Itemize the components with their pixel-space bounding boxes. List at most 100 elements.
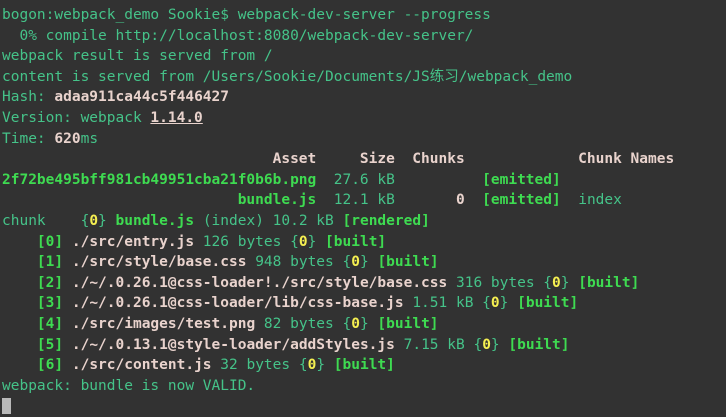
text-run (465, 192, 482, 208)
text-run: 126 bytes { (194, 234, 299, 250)
terminal-line-5: Version: webpack 1.14.0 (2, 108, 726, 129)
text-run: [built] (508, 337, 569, 353)
terminal-line-14: [3] ./~/.0.26.1@css-loader/lib/css-base.… (2, 293, 726, 314)
text-run: [emitted] (482, 192, 561, 208)
text-run (2, 234, 37, 250)
terminal-line-13: [2] ./~/.0.26.1@css-loader!./src/style/b… (2, 273, 726, 294)
text-run: 0 (491, 295, 500, 311)
terminal-line-0: bogon:webpack_demo Sookie$ webpack-dev-s… (2, 5, 726, 26)
text-run: 2f72be495bff981cb49951cba21f0b6b.png (2, 172, 316, 188)
text-run: [built] (377, 316, 438, 332)
text-run: bundle.js (116, 213, 195, 229)
text-run: index (561, 192, 622, 208)
text-run: } (360, 316, 377, 332)
text-run: 0 (482, 337, 491, 353)
terminal-line-18: webpack: bundle is now VALID. (2, 376, 726, 397)
text-run: [built] (325, 234, 386, 250)
text-run (63, 234, 72, 250)
text-run: [1] (37, 254, 63, 270)
text-run (63, 337, 72, 353)
terminal-line-10: chunk {0} bundle.js (index) 10.2 kB [ren… (2, 211, 726, 232)
text-run: } (316, 357, 333, 373)
text-run: 32 bytes { (212, 357, 308, 373)
text-run: [6] (37, 357, 63, 373)
text-run: 0 (308, 357, 317, 373)
text-run: webpack: bundle is now VALID. (2, 378, 255, 394)
text-run: 1.51 kB { (404, 295, 491, 311)
text-run: [2] (37, 275, 63, 291)
text-run: [built] (334, 357, 395, 373)
terminal-line-15: [4] ./src/images/test.png 82 bytes {0} [… (2, 314, 726, 335)
text-run: ./src/entry.js (72, 234, 194, 250)
text-run: 7.15 kB { (395, 337, 482, 353)
text-run: } (98, 213, 115, 229)
text-run: ./src/style/base.css (72, 254, 247, 270)
text-run: 0 (89, 213, 98, 229)
text-run: 0 (351, 316, 360, 332)
text-run: chunk { (2, 213, 89, 229)
terminal-line-6: Time: 620ms (2, 129, 726, 150)
terminal-line-11: [0] ./src/entry.js 126 bytes {0} [built] (2, 232, 726, 253)
text-run: ./~/.0.26.1@css-loader!./src/style/base.… (72, 275, 447, 291)
text-run: 948 bytes { (246, 254, 351, 270)
text-run (2, 337, 37, 353)
terminal-line-12: [1] ./src/style/base.css 948 bytes {0} [… (2, 252, 726, 273)
text-run: [4] (37, 316, 63, 332)
terminal-cursor (2, 398, 11, 414)
text-run (2, 357, 37, 373)
text-run: content is served from /Users/Sookie/Doc… (2, 69, 572, 85)
text-run (2, 192, 238, 208)
text-run (2, 295, 37, 311)
text-run: [built] (578, 275, 639, 291)
text-run: Time: (2, 131, 54, 147)
text-run (2, 275, 37, 291)
text-run: ./~/.0.26.1@css-loader/lib/css-base.js (72, 295, 404, 311)
text-run (63, 295, 72, 311)
terminal-line-7: Asset Size Chunks Chunk Names (2, 149, 726, 170)
text-run (2, 254, 37, 270)
terminal-line-3: content is served from /Users/Sookie/Doc… (2, 67, 726, 88)
text-run (63, 254, 72, 270)
text-run (2, 316, 37, 332)
text-run: 12.1 kB (316, 192, 456, 208)
terminal-line-8: 2f72be495bff981cb49951cba21f0b6b.png 27.… (2, 170, 726, 191)
text-run: (index) 10.2 kB (194, 213, 342, 229)
text-run: 316 bytes { (447, 275, 552, 291)
text-run: 0 (456, 192, 465, 208)
text-run: bogon:webpack_demo Sookie$ webpack-dev-s… (2, 7, 491, 23)
text-run: ms (81, 131, 98, 147)
text-run: [0] (37, 234, 63, 250)
terminal-line-17: [6] ./src/content.js 32 bytes {0} [built… (2, 355, 726, 376)
text-run: [built] (377, 254, 438, 270)
text-run (63, 357, 72, 373)
text-run: Asset Size Chunks Chunk Names (2, 151, 674, 167)
text-run: 0 (351, 254, 360, 270)
text-run: ./~/.0.13.1@style-loader/addStyles.js (72, 337, 395, 353)
text-run: 0 (299, 234, 308, 250)
text-run: [5] (37, 337, 63, 353)
text-run: 1.14.0 (150, 110, 202, 126)
text-run: 620 (54, 131, 80, 147)
text-run: Hash: (2, 89, 54, 105)
text-run: [rendered] (343, 213, 430, 229)
text-run: bundle.js (238, 192, 317, 208)
text-run: } (500, 295, 517, 311)
text-run: webpack result is served from / (2, 48, 273, 64)
text-run: } (561, 275, 578, 291)
terminal-cursor-line (2, 396, 726, 417)
text-run: adaa911ca44c5f446427 (54, 89, 229, 105)
text-run: Version: webpack (2, 110, 150, 126)
text-run: 0% compile http://localhost:8080/webpack… (2, 28, 473, 44)
terminal-line-2: webpack result is served from / (2, 46, 726, 67)
terminal-line-1: 0% compile http://localhost:8080/webpack… (2, 26, 726, 47)
text-run: ./src/images/test.png (72, 316, 255, 332)
text-run: ./src/content.js (72, 357, 212, 373)
text-run: 82 bytes { (255, 316, 351, 332)
text-run: } (308, 234, 325, 250)
text-run: [built] (517, 295, 578, 311)
text-run (63, 316, 72, 332)
terminal-line-9: bundle.js 12.1 kB 0 [emitted] index (2, 190, 726, 211)
text-run: [3] (37, 295, 63, 311)
terminal-line-16: [5] ./~/.0.13.1@style-loader/addStyles.j… (2, 335, 726, 356)
terminal[interactable]: bogon:webpack_demo Sookie$ webpack-dev-s… (0, 0, 726, 417)
